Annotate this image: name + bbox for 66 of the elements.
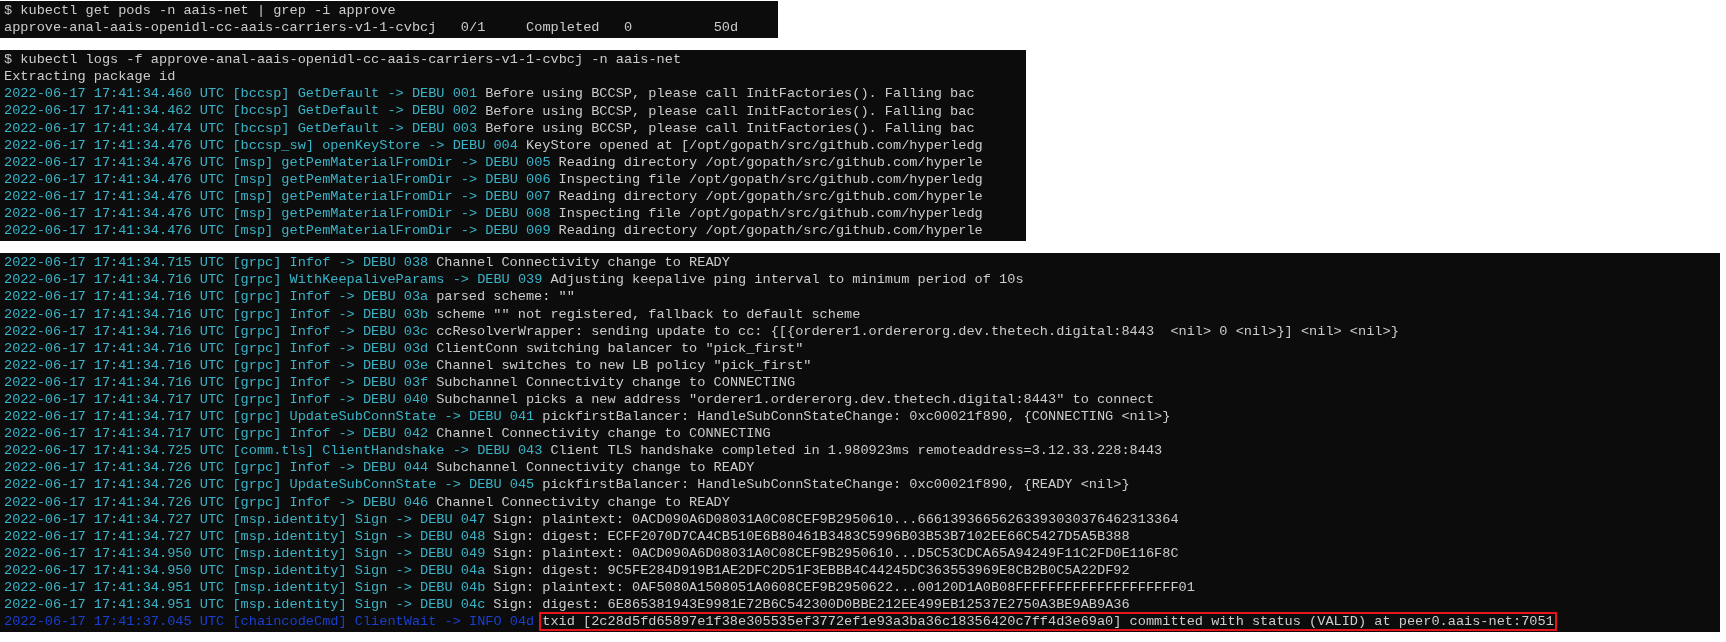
log-prefix: 2022-06-17 17:41:34.715 UTC [grpc] Infof -> DEBU 038 [4, 254, 429, 272]
log-prefix: 2022-06-17 17:41:34.727 UTC [msp.identity] Sign -> DEBU 047 [4, 510, 486, 528]
log-message: Inspecting file /opt/gopath/src/github.com/hyperledg [557, 170, 984, 189]
log-prefix: 2022-06-17 17:41:34.716 UTC [grpc] WithKeepaliveParams -> DEBU 039 [4, 271, 543, 289]
log-prefix: 2022-06-17 17:41:34.950 UTC [msp.identity] Sign -> DEBU 049 [4, 544, 486, 562]
log-message: ClientConn switching balancer to "pick_first" [435, 339, 805, 358]
log-prefix: 2022-06-17 17:41:34.726 UTC [grpc] UpdateSubConnState -> DEBU 045 [4, 476, 535, 494]
log-prefix: 2022-06-17 17:41:34.474 UTC [bccsp] GetDefault -> DEBU 003 [4, 119, 478, 137]
log-prefix: 2022-06-17 17:41:34.462 UTC [bccsp] GetDefault -> DEBU 002 [4, 102, 478, 120]
log-message: Sign: digest: 6E865381943E9981E72B6C542300D0BBE212EE499EB12537E2750A3BE9AB9A36 [492, 596, 1131, 615]
log-message: Adjusting keepalive ping interval to minimum period of 10s [549, 271, 1025, 290]
log-prefix: 2022-06-17 17:41:34.476 UTC [msp] getPemMaterialFromDir -> DEBU 009 [4, 222, 551, 240]
log-prefix: 2022-06-17 17:41:34.717 UTC [grpc] Infof -> DEBU 040 [4, 390, 429, 409]
log-message: Reading directory /opt/gopath/src/github.com/hyperle [557, 188, 984, 206]
log-prefix: 2022-06-17 17:41:34.727 UTC [msp.identity] Sign -> DEBU 048 [4, 527, 486, 545]
log-message: Before using BCCSP, please call InitFactories(). Falling bac [484, 102, 976, 121]
log-message: Client TLS handshake completed in 1.980923ms remoteaddress=3.12.33.228:8443 [549, 442, 1164, 461]
log-prefix: 2022-06-17 17:41:34.716 UTC [grpc] Infof -> DEBU 03a [4, 288, 429, 306]
log-message: Sign: plaintext: 0ACD090A6D08031A0C08CEF9B2950610...D5C53CDCA65A94249F11C2FD0E116F8C [492, 544, 1180, 563]
log-message: scheme "" not registered, fallback to default scheme [435, 305, 862, 324]
log-prefix: 2022-06-17 17:41:34.460 UTC [bccsp] GetDefault -> DEBU 001 [4, 85, 478, 103]
log-prefix: 2022-06-17 17:41:34.716 UTC [grpc] Infof -> DEBU 03c [4, 322, 429, 340]
log-message: Before using BCCSP, please call InitFactories(). Falling bac [484, 119, 976, 138]
log-prefix: 2022-06-17 17:41:37.045 UTC [chaincodeCmd] ClientWait -> INFO 04d [4, 613, 535, 631]
log-message: Sign: digest: ECFF2070D7CA4CB510E6B80461B3483C5996B03B53B7102EE66C5427D5A5B388 [492, 527, 1131, 546]
log-prefix: 2022-06-17 17:41:34.950 UTC [msp.identity] Sign -> DEBU 04a [4, 561, 486, 579]
log-message: Inspecting file /opt/gopath/src/github.com/hyperledg [557, 205, 984, 224]
log-message: Subchannel Connectivity change to CONNECTING [435, 373, 797, 392]
log-prefix: 2022-06-17 17:41:34.726 UTC [grpc] Infof -> DEBU 046 [4, 493, 429, 511]
log-prefix: 2022-06-17 17:41:34.476 UTC [msp] getPemMaterialFromDir -> DEBU 008 [4, 205, 551, 223]
highlighted-log-message: txid [2c28d5fd65897e1f38e305535ef3772ef1e93a3ba36c18356420c7ff4d3e69a0] committed with status (VALID) at peer0.aais-net:7051 [539, 612, 1557, 632]
log-prefix: 2022-06-17 17:41:34.717 UTC [grpc] UpdateSubConnState -> DEBU 041 [4, 408, 535, 426]
log-message: Before using BCCSP, please call InitFactories(). Falling bac [484, 85, 976, 104]
command-line: $ kubectl get pods -n aais-net | grep -i approve [4, 2, 396, 20]
log-prefix: 2022-06-17 17:41:34.476 UTC [msp] getPemMaterialFromDir -> DEBU 006 [4, 170, 551, 188]
log-message: Channel Connectivity change to READY [435, 254, 731, 273]
log-message: pickfirstBalancer: HandleSubConnStateChange: 0xc00021f890, {CONNECTING <nil>} [541, 408, 1172, 427]
log-prefix: 2022-06-17 17:41:34.716 UTC [grpc] Infof -> DEBU 03f [4, 373, 429, 391]
log-message: parsed scheme: "" [435, 288, 576, 307]
log-prefix: 2022-06-17 17:41:34.717 UTC [grpc] Infof -> DEBU 042 [4, 425, 429, 443]
log-message: Sign: plaintext: 0AF5080A1508051A0608CEF9B2950622...00120D1A0B08FFFFFFFFFFFFFFFFFFFF01 [492, 579, 1196, 598]
log-prefix: 2022-06-17 17:41:34.476 UTC [msp] getPemMaterialFromDir -> DEBU 007 [4, 187, 551, 206]
output-line: Extracting package id [4, 68, 176, 86]
log-prefix: 2022-06-17 17:41:34.726 UTC [grpc] Infof -> DEBU 044 [4, 459, 429, 477]
log-message: Channel Connectivity change to READY [435, 493, 731, 512]
log-message: Channel switches to new LB policy "pick_first" [435, 356, 813, 375]
log-prefix: 2022-06-17 17:41:34.725 UTC [comm.tls] ClientHandshake -> DEBU 043 [4, 442, 543, 460]
log-prefix: 2022-06-17 17:41:34.951 UTC [msp.identity] Sign -> DEBU 04c [4, 596, 486, 614]
log-prefix: 2022-06-17 17:41:34.951 UTC [msp.identity] Sign -> DEBU 04b [4, 579, 486, 597]
output-line: approve-anal-aais-openidl-cc-aais-carriers-v1-1-cvbcj 0/1 Completed 0 50d [4, 19, 739, 37]
log-message: KeyStore opened at [/opt/gopath/src/github.com/hyperledg [524, 136, 984, 155]
log-message: Channel Connectivity change to CONNECTING [435, 425, 772, 444]
log-message: Sign: plaintext: 0ACD090A6D08031A0C08CEF9B2950610...66613936656263393030376462313364 [492, 510, 1180, 529]
log-prefix: 2022-06-17 17:41:34.716 UTC [grpc] Infof -> DEBU 03e [4, 356, 429, 374]
log-message: Subchannel Connectivity change to READY [435, 459, 756, 478]
log-message: Reading directory /opt/gopath/src/github.com/hyperle [557, 153, 984, 172]
command-line: $ kubectl logs -f approve-anal-aais-openidl-cc-aais-carriers-v1-1-cvbcj -n aais-net [4, 51, 682, 69]
log-message: ccResolverWrapper: sending update to cc: {[{orderer1.ordererorg.dev.thetech.digital:8443 <nil> 0 <nil>}] <nil> <nil>} [435, 322, 1400, 341]
log-message: Subchannel picks a new address "orderer1.ordererorg.dev.thetech.digital:8443" to connect [435, 391, 1156, 409]
log-prefix: 2022-06-17 17:41:34.476 UTC [bccsp_sw] openKeyStore -> DEBU 004 [4, 136, 518, 154]
log-message: pickfirstBalancer: HandleSubConnStateChange: 0xc00021f890, {READY <nil>} [541, 476, 1131, 495]
log-message: Reading directory /opt/gopath/src/github.com/hyperle [557, 222, 984, 241]
log-prefix: 2022-06-17 17:41:34.716 UTC [grpc] Infof -> DEBU 03b [4, 305, 429, 323]
log-message: Sign: digest: 9C5FE284D919B1AE2DFC2D51F3EBBB4C44245DC363553969E8CB2B0C5A22DF92 [492, 561, 1131, 580]
log-prefix: 2022-06-17 17:41:34.716 UTC [grpc] Infof -> DEBU 03d [4, 339, 429, 357]
log-prefix: 2022-06-17 17:41:34.476 UTC [msp] getPemMaterialFromDir -> DEBU 005 [4, 153, 551, 171]
